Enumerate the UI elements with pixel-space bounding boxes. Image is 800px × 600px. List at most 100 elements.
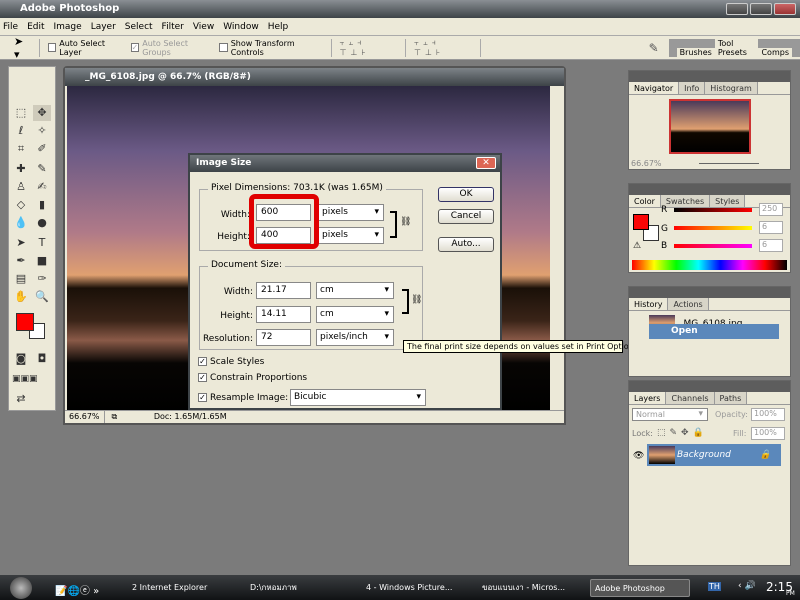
auto-button[interactable]: Auto... <box>438 237 494 252</box>
navigator-thumbnail[interactable] <box>669 99 751 154</box>
dialog-close-button[interactable]: ✕ <box>476 157 496 169</box>
slice-tool-icon[interactable]: ✐ <box>33 141 51 157</box>
palette-well-icon[interactable]: ✎ <box>649 41 659 55</box>
menu-image[interactable]: Image <box>54 22 82 32</box>
foreground-color-swatch[interactable] <box>16 313 34 331</box>
distribute-icons[interactable]: ⫟⫠⫞ ⊤⊥⊦ <box>414 38 472 57</box>
scrollbar[interactable] <box>550 86 564 412</box>
quick-launch-icons[interactable]: 📝🌐ⓔ » <box>55 582 99 597</box>
healing-brush-icon[interactable]: ✚ <box>12 161 30 177</box>
constrain-checkbox[interactable]: ✓ <box>198 373 207 382</box>
well-tab-comps[interactable]: Comps <box>758 47 792 57</box>
pen-tool-icon[interactable]: ✒ <box>12 253 30 269</box>
resample-option[interactable]: ✓ Resample Image: <box>198 393 288 403</box>
marquee-tool-icon[interactable]: ⬚ <box>12 105 30 121</box>
resample-method-select[interactable]: Bicubic <box>290 389 426 406</box>
brush-tool-icon[interactable]: ✎ <box>33 161 51 177</box>
close-button[interactable] <box>774 3 796 15</box>
dodge-tool-icon[interactable]: ● <box>33 215 51 231</box>
px-height-unit-select[interactable]: pixels <box>318 227 384 244</box>
cancel-button[interactable]: Cancel <box>438 209 494 224</box>
history-item-open[interactable]: Open <box>649 324 779 339</box>
tab-history[interactable]: History <box>629 298 669 310</box>
well-tab-tool-presets[interactable]: Tool Presets <box>714 38 759 57</box>
standard-mode-icon[interactable]: ◙ <box>12 351 30 367</box>
menu-layer[interactable]: Layer <box>91 22 116 32</box>
resolution-input[interactable]: 72 <box>256 329 311 346</box>
visibility-eye-icon[interactable]: 👁 <box>633 451 644 461</box>
tab-paths[interactable]: Paths <box>714 392 748 404</box>
gamut-warning-icon[interactable]: ⚠ <box>633 241 641 251</box>
resample-checkbox[interactable]: ✓ <box>198 393 207 402</box>
crop-tool-icon[interactable]: ⌗ <box>12 141 30 157</box>
tab-layers[interactable]: Layers <box>629 392 667 404</box>
constrain-option[interactable]: ✓ Constrain Proportions <box>198 373 307 383</box>
zoom-tool-icon[interactable]: 🔍 <box>33 289 51 305</box>
menu-help[interactable]: Help <box>268 22 289 32</box>
minimize-button[interactable] <box>726 3 748 15</box>
notes-tool-icon[interactable]: ▤ <box>12 271 30 287</box>
tab-histogram[interactable]: Histogram <box>705 82 758 94</box>
doc-width-input[interactable]: 21.17 <box>256 282 311 299</box>
task-internet-explorer[interactable]: 2 Internet Explorer <box>128 579 223 597</box>
menu-edit[interactable]: Edit <box>27 22 44 32</box>
navigator-zoom-slider[interactable] <box>699 163 759 164</box>
doc-width-unit-select[interactable]: cm <box>316 282 394 299</box>
task-folder[interactable]: D:\กหอมภาพ <box>246 579 346 597</box>
imageready-icon[interactable]: ⇄ <box>12 391 30 407</box>
task-word[interactable]: ขอบแบบเงา - Micros... <box>478 579 583 597</box>
blur-tool-icon[interactable]: 💧 <box>12 215 30 231</box>
g-slider[interactable] <box>674 226 752 230</box>
tab-color[interactable]: Color <box>629 195 661 207</box>
type-tool-icon[interactable]: T <box>33 235 51 251</box>
menu-file[interactable]: File <box>3 22 18 32</box>
auto-select-groups-checkbox[interactable]: ✓ <box>130 43 140 52</box>
hand-tool-icon[interactable]: ✋ <box>12 289 30 305</box>
start-button[interactable] <box>10 577 32 599</box>
language-indicator[interactable]: TH <box>708 582 721 591</box>
zoom-level[interactable]: 66.67% <box>65 411 105 423</box>
shape-tool-icon[interactable]: ■ <box>33 253 51 269</box>
task-photoshop[interactable]: Adobe Photoshop <box>590 579 690 597</box>
restore-button[interactable] <box>750 3 772 15</box>
magic-wand-icon[interactable]: ✧ <box>33 123 51 139</box>
move-tool-icon[interactable]: ✥ <box>33 105 51 121</box>
navigator-zoom[interactable]: 66.67% <box>631 159 662 168</box>
r-slider[interactable] <box>674 208 752 212</box>
eyedropper-icon[interactable]: ✑ <box>33 271 51 287</box>
gradient-tool-icon[interactable]: ▮ <box>33 197 51 213</box>
b-input[interactable]: 6 <box>759 239 783 252</box>
blend-mode-select[interactable]: Normal <box>632 408 708 421</box>
menu-filter[interactable]: Filter <box>162 22 184 32</box>
resolution-unit-select[interactable]: pixels/inch <box>316 329 394 346</box>
px-width-unit-select[interactable]: pixels <box>318 204 384 221</box>
tab-swatches[interactable]: Swatches <box>660 195 711 207</box>
tab-channels[interactable]: Channels <box>666 392 715 404</box>
r-input[interactable]: 250 <box>759 203 783 216</box>
lock-icons[interactable]: ⬚✎✥🔒 <box>657 428 708 438</box>
screen-mode-icons[interactable]: ▣▣▣ <box>12 371 38 387</box>
doc-height-input[interactable]: 14.11 <box>256 306 311 323</box>
volume-icon[interactable]: ‹ 🔊 <box>738 581 756 591</box>
lasso-tool-icon[interactable]: ℓ <box>12 123 30 139</box>
menu-select[interactable]: Select <box>125 22 153 32</box>
history-brush-icon[interactable]: ✍ <box>33 179 51 195</box>
well-tab-brushes[interactable]: Brushes <box>676 47 715 57</box>
fill-input[interactable]: 100% <box>751 427 785 440</box>
color-fg-swatch[interactable] <box>633 214 649 230</box>
align-icons[interactable]: ⫟⫠⫞ ⊤⊥⊦ <box>340 38 398 57</box>
move-tool-icon[interactable]: ➤ ▾ <box>14 35 31 61</box>
opacity-input[interactable]: 100% <box>751 408 785 421</box>
path-select-icon[interactable]: ➤ <box>12 235 30 251</box>
g-input[interactable]: 6 <box>759 221 783 234</box>
ok-button[interactable]: OK <box>438 187 494 202</box>
color-ramp[interactable] <box>632 260 787 270</box>
doc-height-unit-select[interactable]: cm <box>316 306 394 323</box>
quick-mask-icon[interactable]: ◘ <box>33 351 51 367</box>
tab-actions[interactable]: Actions <box>668 298 709 310</box>
menu-view[interactable]: View <box>193 22 214 32</box>
eraser-tool-icon[interactable]: ◇ <box>12 197 30 213</box>
menu-window[interactable]: Window <box>223 22 259 32</box>
status-menu-icon[interactable]: ⧉ <box>112 412 118 421</box>
tab-navigator[interactable]: Navigator <box>629 82 680 94</box>
